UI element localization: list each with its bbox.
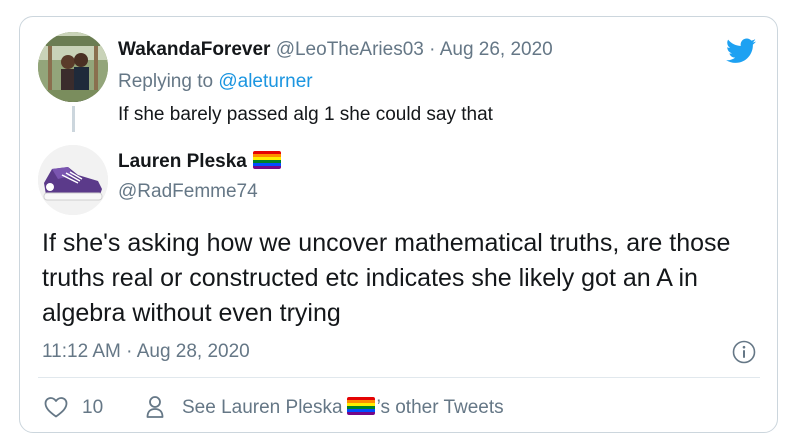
rainbow-flag-icon: [346, 397, 375, 415]
tweet-timestamp[interactable]: 11:12 AM · Aug 28, 2020: [42, 340, 250, 364]
rainbow-flag-icon: [252, 151, 281, 169]
twitter-bird-icon[interactable]: [726, 38, 756, 64]
person-icon: [146, 396, 164, 418]
parent-tweet-header: WakandaForever @LeoTheAries03 · Aug 26, …: [118, 38, 553, 62]
parent-date[interactable]: Aug 26, 2020: [440, 39, 553, 60]
see-tweets-suffix[interactable]: ’s other Tweets: [377, 397, 504, 418]
heart-icon[interactable]: [44, 396, 68, 418]
info-icon[interactable]: [732, 340, 756, 364]
like-count[interactable]: 10: [82, 396, 103, 420]
parent-tweet-text: If she barely passed alg 1 she could say…: [118, 104, 493, 125]
parent-separator: ·: [423, 39, 440, 60]
see-tweets-prefix[interactable]: See Lauren Pleska: [182, 397, 343, 418]
author-avatar[interactable]: [38, 145, 108, 215]
author-display-name[interactable]: Lauren Pleska: [118, 150, 281, 174]
author-handle[interactable]: @RadFemme74: [118, 180, 258, 204]
see-other-tweets-link[interactable]: See Lauren Pleska ’s other Tweets: [182, 396, 504, 420]
action-divider: [38, 377, 760, 378]
tweet-text: If she's asking how we uncover mathemati…: [42, 229, 731, 327]
replying-to-prefix: Replying to: [118, 71, 219, 92]
parent-display-name[interactable]: WakandaForever: [118, 39, 270, 60]
author-name-text[interactable]: Lauren Pleska: [118, 151, 247, 172]
thread-connector-line: [72, 106, 75, 132]
parent-handle[interactable]: @LeoTheAries03: [276, 39, 424, 60]
parent-avatar[interactable]: [38, 32, 108, 102]
replying-to-line: Replying to @aleturner: [118, 70, 313, 94]
replying-to-handle[interactable]: @aleturner: [218, 71, 312, 92]
